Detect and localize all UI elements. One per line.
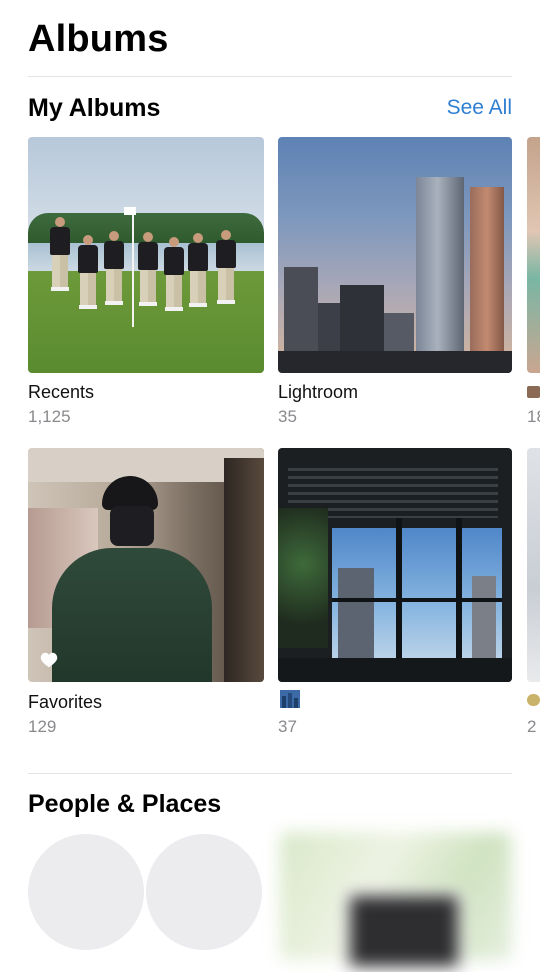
skyscraper [416,177,464,373]
golfer-3 [104,231,124,305]
album-count-partial: 18 [527,407,540,426]
window-frame [396,518,402,668]
section-divider [28,773,512,774]
distant-building [472,576,496,658]
golfer-1 [50,217,70,291]
window-frame [332,598,502,602]
album-count-partial-2: 2 [527,717,537,736]
album-thumbnail-city-view[interactable] [278,448,512,682]
skyscraper [470,187,504,373]
window-pane [402,528,456,658]
people-thumbnail-2[interactable] [146,834,262,950]
album-name-lightroom: Lightroom [278,382,359,402]
album-glyph-partial-2 [527,694,540,706]
album-thumbnail-partial[interactable] [527,137,540,373]
distant-building [338,568,374,658]
album-count-city-view: 37 [278,717,297,736]
plant [278,508,328,648]
floor [278,658,512,682]
golfer-6 [188,233,208,307]
flagpole [132,207,134,327]
header-divider [28,76,512,77]
album-count-recents: 1,125 [28,407,71,426]
album-thumbnail-recents[interactable] [28,137,264,373]
see-all-button[interactable]: See All [447,96,512,120]
golfer-4 [138,232,158,306]
my-albums-title: My Albums [28,94,161,122]
places-map-thumbnail[interactable] [280,832,512,972]
album-name-recents: Recents [28,382,95,402]
mirror-frame [224,458,264,682]
album-thumbnail-lightroom[interactable] [278,137,512,373]
golfer-5 [164,237,184,311]
album-count-favorites: 129 [28,717,57,736]
flag [124,207,136,215]
cityscape-icon [280,690,300,708]
page-title: Albums [28,18,169,60]
phone-face [110,506,154,546]
album-name-favorites: Favorites [28,692,103,712]
golfer-7 [216,230,236,304]
green-hoodie [52,548,212,682]
people-thumbnail-1[interactable] [28,834,144,950]
window-frame [456,518,462,668]
street-level [278,351,512,373]
golfer-2 [78,235,98,309]
album-thumbnail-partial-2[interactable] [527,448,540,682]
album-glyph-partial [527,386,540,398]
album-count-lightroom: 35 [278,407,297,426]
heart-icon [40,652,58,668]
people-places-title: People & Places [28,790,222,818]
album-thumbnail-favorites[interactable] [28,448,264,682]
